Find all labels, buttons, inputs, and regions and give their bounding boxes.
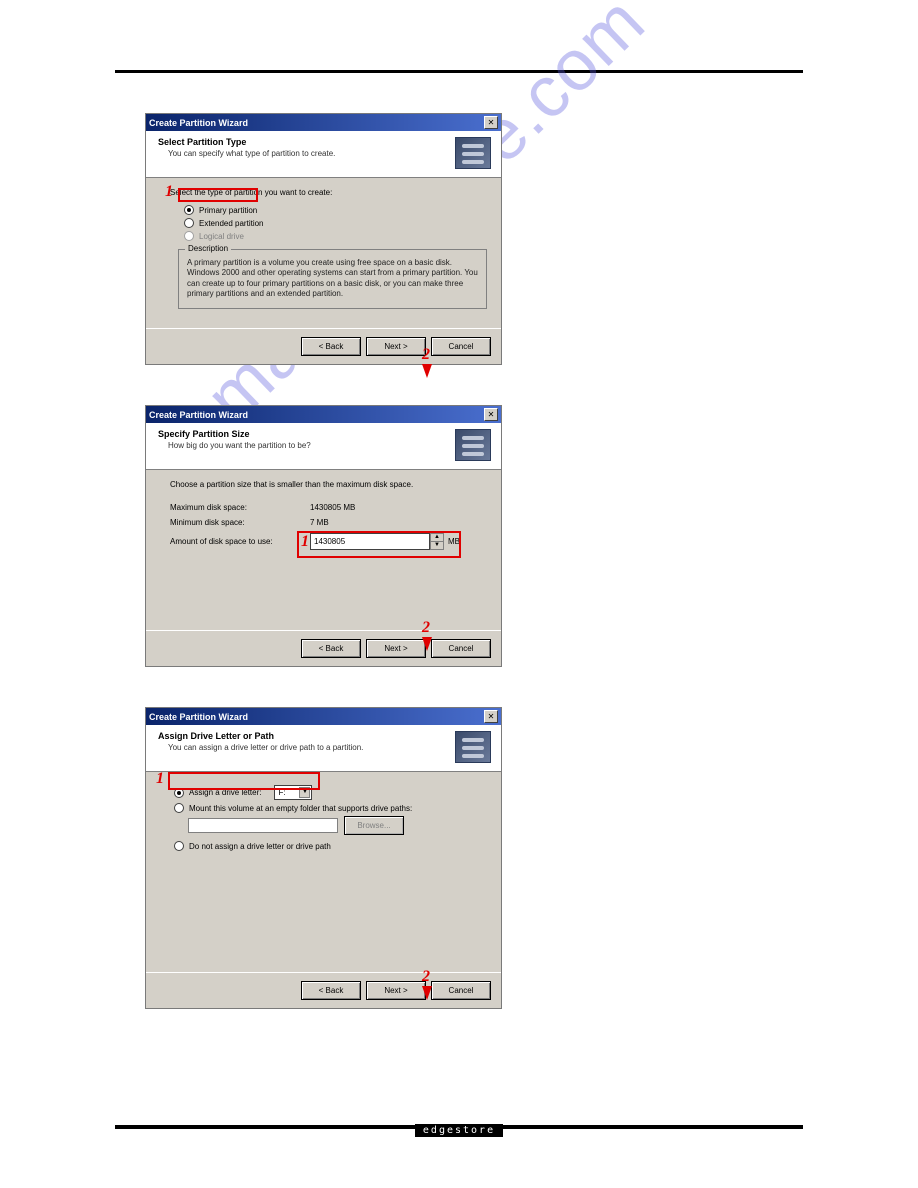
amount-input[interactable] xyxy=(310,533,430,550)
dialog-select-partition-type: Create Partition Wizard ✕ Select Partiti… xyxy=(145,113,502,365)
intro-text: Choose a partition size that is smaller … xyxy=(170,480,487,489)
dialog-body: Choose a partition size that is smaller … xyxy=(146,470,501,630)
spinner-down-icon[interactable]: ▼ xyxy=(431,542,443,549)
titlebar: Create Partition Wizard ✕ xyxy=(146,708,501,725)
back-button[interactable]: < Back xyxy=(301,981,361,1000)
dialog-specify-partition-size: Create Partition Wizard ✕ Specify Partit… xyxy=(145,405,502,667)
mb-label: MB xyxy=(448,537,460,546)
cancel-button[interactable]: Cancel xyxy=(431,981,491,1000)
radio-no-assign[interactable]: Do not assign a drive letter or drive pa… xyxy=(174,841,487,851)
disk-stack-icon xyxy=(455,731,491,763)
min-space-value: 7 MB xyxy=(310,518,329,527)
window-title: Create Partition Wizard xyxy=(149,712,248,722)
header-subtitle: You can assign a drive letter or drive p… xyxy=(168,743,363,752)
dialog-header: Assign Drive Letter or Path You can assi… xyxy=(146,725,501,772)
close-button[interactable]: ✕ xyxy=(484,408,498,421)
radio-icon xyxy=(184,231,194,241)
dialog-header: Select Partition Type You can specify wh… xyxy=(146,131,501,178)
radio-label: Mount this volume at an empty folder tha… xyxy=(189,804,412,813)
radio-icon xyxy=(174,788,184,798)
radio-primary-partition[interactable]: Primary partition xyxy=(184,205,487,215)
radio-icon xyxy=(184,218,194,228)
header-title: Assign Drive Letter or Path xyxy=(158,731,363,741)
mount-path-input xyxy=(188,818,338,833)
titlebar: Create Partition Wizard ✕ xyxy=(146,114,501,131)
amount-label: Amount of disk space to use: xyxy=(170,537,310,546)
cancel-button[interactable]: Cancel xyxy=(431,639,491,658)
radio-icon xyxy=(174,803,184,813)
header-title: Specify Partition Size xyxy=(158,429,311,439)
radio-label: Assign a drive letter: xyxy=(189,788,261,797)
close-button[interactable]: ✕ xyxy=(484,116,498,129)
header-subtitle: How big do you want the partition to be? xyxy=(168,441,311,450)
top-rule xyxy=(115,70,803,73)
max-space-label: Maximum disk space: xyxy=(170,503,310,512)
next-button[interactable]: Next > xyxy=(366,337,426,356)
close-icon: ✕ xyxy=(488,713,495,721)
drive-letter-select[interactable]: F: ▼ xyxy=(274,785,312,800)
cancel-button[interactable]: Cancel xyxy=(431,337,491,356)
close-button[interactable]: ✕ xyxy=(484,710,498,723)
close-icon: ✕ xyxy=(488,411,495,419)
radio-logical-drive: Logical drive xyxy=(184,231,487,241)
description-groupbox: Description A primary partition is a vol… xyxy=(178,249,487,309)
dialog-footer: < Back Next > Cancel xyxy=(146,328,501,364)
footer-brand: edgestore xyxy=(115,1120,803,1138)
page-footer: edgestore xyxy=(115,1125,803,1138)
radio-label: Primary partition xyxy=(199,206,257,215)
radio-icon xyxy=(174,841,184,851)
row-amount: Amount of disk space to use: ▲ ▼ MB xyxy=(170,533,487,550)
radio-label: Logical drive xyxy=(199,232,244,241)
dialog-body: Assign a drive letter: F: ▼ Mount this v… xyxy=(146,772,501,972)
window-title: Create Partition Wizard xyxy=(149,410,248,420)
dialog-3-wrap: Create Partition Wizard ✕ Assign Drive L… xyxy=(145,707,502,1009)
radio-label: Extended partition xyxy=(199,219,264,228)
dialog-1-wrap: Create Partition Wizard ✕ Select Partiti… xyxy=(145,113,502,365)
spinner-up-icon[interactable]: ▲ xyxy=(431,534,443,542)
radio-extended-partition[interactable]: Extended partition xyxy=(184,218,487,228)
groupbox-legend: Description xyxy=(185,244,231,253)
callout-arrow-icon xyxy=(422,364,432,378)
dialog-assign-drive-letter: Create Partition Wizard ✕ Assign Drive L… xyxy=(145,707,502,1009)
radio-label: Do not assign a drive letter or drive pa… xyxy=(189,842,331,851)
intro-text: Select the type of partition you want to… xyxy=(170,188,487,197)
dialog-footer: < Back Next > Cancel xyxy=(146,972,501,1008)
next-button[interactable]: Next > xyxy=(366,981,426,1000)
close-icon: ✕ xyxy=(488,119,495,127)
row-max-space: Maximum disk space: 1430805 MB xyxy=(170,503,487,512)
disk-stack-icon xyxy=(455,137,491,169)
dialog-header: Specify Partition Size How big do you wa… xyxy=(146,423,501,470)
description-text: A primary partition is a volume you crea… xyxy=(187,258,478,300)
amount-spinner[interactable]: ▲ ▼ xyxy=(430,533,444,550)
radio-mount-folder[interactable]: Mount this volume at an empty folder tha… xyxy=(174,803,487,813)
dialog-body: Select the type of partition you want to… xyxy=(146,178,501,328)
next-button[interactable]: Next > xyxy=(366,639,426,658)
back-button[interactable]: < Back xyxy=(301,337,361,356)
min-space-label: Minimum disk space: xyxy=(170,518,310,527)
row-min-space: Minimum disk space: 7 MB xyxy=(170,518,487,527)
header-title: Select Partition Type xyxy=(158,137,335,147)
titlebar: Create Partition Wizard ✕ xyxy=(146,406,501,423)
disk-stack-icon xyxy=(455,429,491,461)
drive-letter-value: F: xyxy=(278,788,285,797)
header-subtitle: You can specify what type of partition t… xyxy=(168,149,335,158)
radio-assign-letter[interactable]: Assign a drive letter: F: ▼ xyxy=(174,785,487,800)
chevron-down-icon: ▼ xyxy=(299,787,310,798)
back-button[interactable]: < Back xyxy=(301,639,361,658)
dialog-2-wrap: Create Partition Wizard ✕ Specify Partit… xyxy=(145,405,502,667)
window-title: Create Partition Wizard xyxy=(149,118,248,128)
radio-icon xyxy=(184,205,194,215)
browse-button: Browse... xyxy=(344,816,404,835)
dialog-footer: < Back Next > Cancel xyxy=(146,630,501,666)
max-space-value: 1430805 MB xyxy=(310,503,355,512)
